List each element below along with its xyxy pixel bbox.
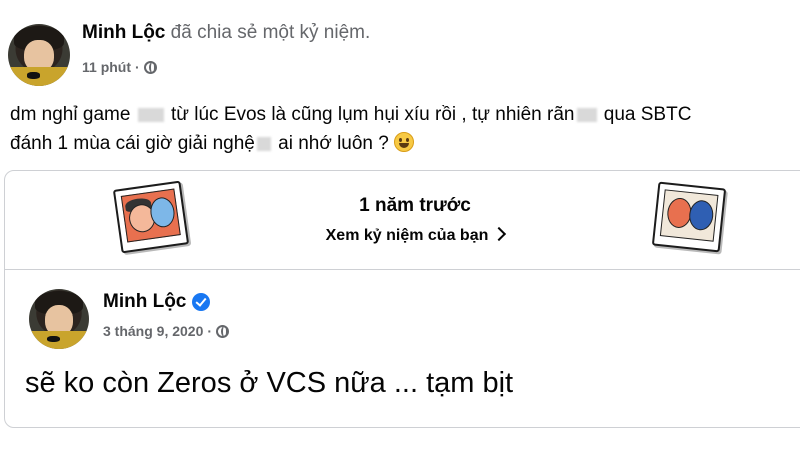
post-text-line-2: đánh 1 mùa cái giờ giải nghệ ai nhớ luôn… (10, 129, 800, 158)
author-name-link[interactable]: Minh Lộc (82, 22, 165, 43)
original-post-date[interactable]: 3 tháng 9, 2020 (103, 323, 203, 339)
globe-icon[interactable] (143, 60, 157, 74)
post-text-line-1: dm nghỉ game từ lúc Evos là cũng lụm hụi… (10, 104, 692, 125)
original-author-avatar[interactable] (29, 289, 89, 349)
globe-icon[interactable] (216, 324, 230, 338)
original-post-meta: 3 tháng 9, 2020 · (103, 323, 230, 339)
censored-blur (137, 107, 164, 122)
memory-card: 1 năm trước Xem kỷ niệm của bạn Minh Lộc… (4, 170, 800, 428)
post-action-text: đã chia sẻ một kỷ niệm. (170, 22, 371, 43)
censored-blur (256, 136, 271, 151)
author-avatar[interactable] (8, 24, 70, 86)
verified-badge-icon (192, 293, 211, 311)
smile-emoji-icon (394, 132, 415, 152)
chevron-right-icon (492, 226, 507, 242)
meta-separator: · (135, 59, 140, 75)
memory-photo-icon (651, 181, 727, 253)
post-timestamp[interactable]: 11 phút (82, 59, 131, 75)
post-text: dm nghỉ game từ lúc Evos là cũng lụm hụi… (10, 100, 800, 158)
memory-banner[interactable]: 1 năm trước Xem kỷ niệm của bạn (5, 171, 800, 270)
original-post-author: Minh Lộc (103, 291, 211, 313)
post-header: Minh Lộc đã chia sẻ một kỷ niệm. (82, 22, 370, 44)
meta-separator: · (207, 323, 213, 339)
original-author-name-link[interactable]: Minh Lộc (103, 291, 186, 313)
post-meta: 11 phút · (82, 59, 157, 75)
censored-blur (576, 107, 597, 122)
original-post-text: sẽ ko còn Zeros ở VCS nữa ... tạm bịt (25, 367, 514, 399)
